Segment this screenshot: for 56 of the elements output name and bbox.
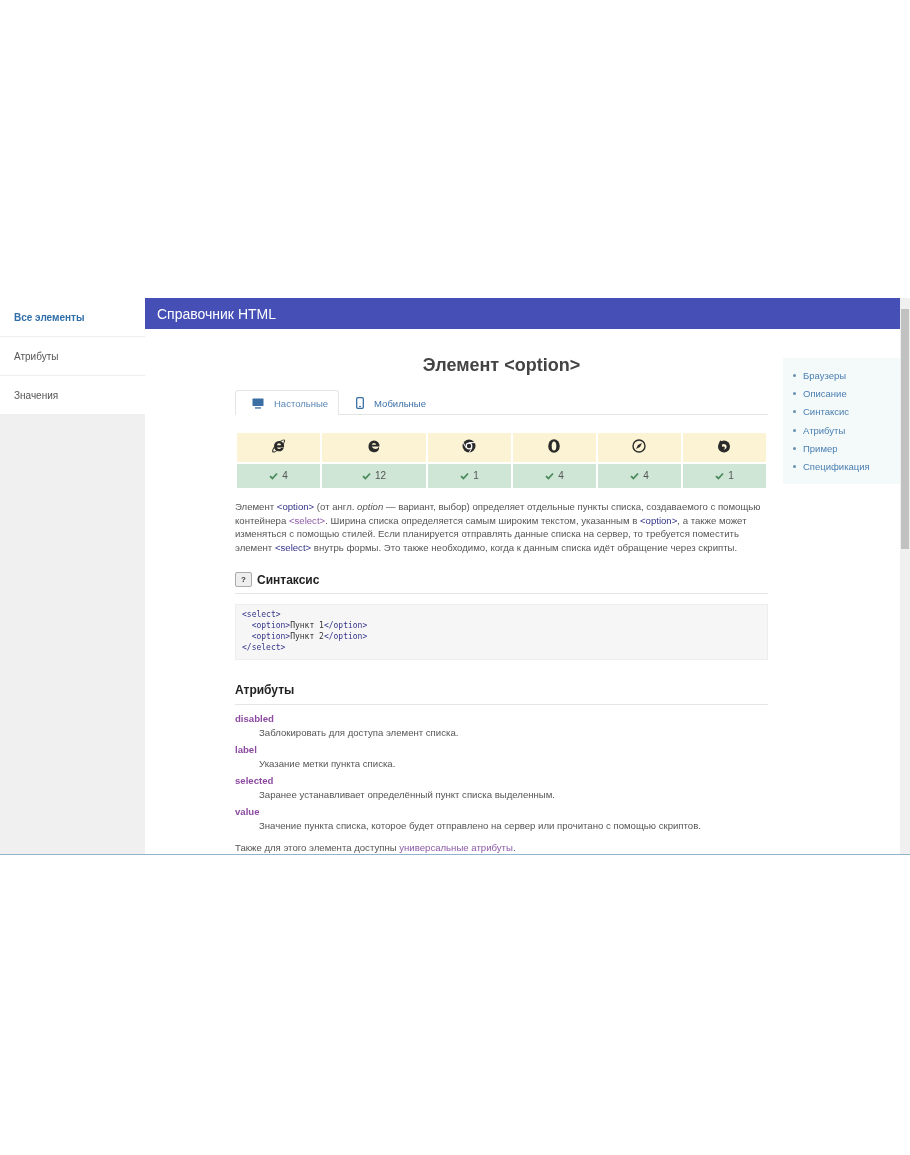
page-title: Элемент <option> [421, 355, 582, 376]
browser-logo-icon [270, 437, 287, 454]
scrollbar[interactable] [900, 298, 910, 854]
check-icon [361, 471, 371, 480]
check-icon [545, 471, 555, 480]
sidebar-item[interactable]: Атрибуты [0, 337, 145, 376]
attribute-description: Заблокировать для доступа элемент списка. [259, 726, 460, 738]
attribute-description: Указание метки пункта списка. [259, 757, 397, 769]
check-icon [630, 471, 640, 480]
version-label: 12 [361, 470, 387, 482]
link[interactable]: <option> [276, 501, 315, 512]
browser-logo-icon [716, 437, 733, 454]
section-heading: Атрибуты [235, 682, 295, 697]
attribute-description: Заранее устанавливает определённый пункт списка выделенным. [259, 788, 556, 800]
attribute-name: disabled [235, 712, 275, 724]
link[interactable]: универсальные атрибуты [399, 841, 513, 853]
version-label: 4 [545, 470, 564, 482]
mobile-phone-icon [356, 397, 365, 409]
code-block: <select> <option>Пункт 1</option> <option>Пункт 2</option> </select> [235, 604, 768, 660]
bullet-icon [793, 428, 796, 432]
version-label: 4 [269, 470, 288, 482]
site-title: Справочник HTML [145, 298, 900, 329]
bullet-icon [793, 465, 796, 469]
bullet-icon [793, 391, 796, 395]
check-icon [269, 471, 279, 480]
version-label: 1 [460, 470, 479, 482]
bullet-icon [793, 373, 796, 377]
tab[interactable]: Настольные [235, 390, 340, 415]
contents-link[interactable]: Описание [803, 387, 847, 399]
description-paragraph: Элемент <option> (от англ. option — вариант, выбор) определяет отдельные пункты списка, создаваемого с помощью контейнера <select>. Ширина списка определяется самым широким текстом, указанным в <option>, а также может изменяться с помощью стилей. Если планируется отправлять данные списка на сервер, то требуется поместить элемент <select> внутрь формы. Это также необходимо, когда к данным списка идёт обращение через скрипты. [235, 500, 762, 555]
note-text: Также для этого элемента доступны универсальные атрибуты. [235, 840, 517, 854]
attribute-name: label [235, 743, 258, 755]
version-label: 1 [715, 470, 734, 482]
contents-link[interactable]: Синтаксис [803, 406, 849, 418]
sidebar-item[interactable]: Все элементы [0, 298, 145, 337]
contents-link[interactable]: Спецификация [803, 461, 870, 473]
contents-link[interactable]: Атрибуты [803, 424, 846, 436]
attribute-name: value [235, 805, 261, 817]
check-icon [715, 471, 725, 480]
link[interactable]: <select> [274, 541, 312, 553]
browser-logo-icon [546, 437, 563, 454]
version-label: 4 [630, 470, 649, 482]
contents-link[interactable]: Пример [803, 442, 838, 454]
check-icon [460, 471, 470, 480]
help-badge[interactable]: ? [235, 572, 252, 588]
attribute-description: Значение пункта списка, которое будет отправлено на сервер или прочитано с помощью скриптов. [259, 819, 702, 831]
attribute-name: selected [235, 774, 275, 786]
bullet-icon [793, 410, 796, 414]
contents-link[interactable]: Браузеры [803, 369, 847, 381]
tab[interactable]: Мобильные [339, 390, 437, 415]
bullet-icon [793, 446, 796, 450]
section-heading: Синтаксис [257, 572, 320, 587]
monitor-icon [252, 397, 264, 409]
browser-logo-icon [631, 437, 648, 454]
browser-logo-icon [461, 437, 478, 454]
sidebar-item[interactable]: Значения [0, 376, 145, 415]
